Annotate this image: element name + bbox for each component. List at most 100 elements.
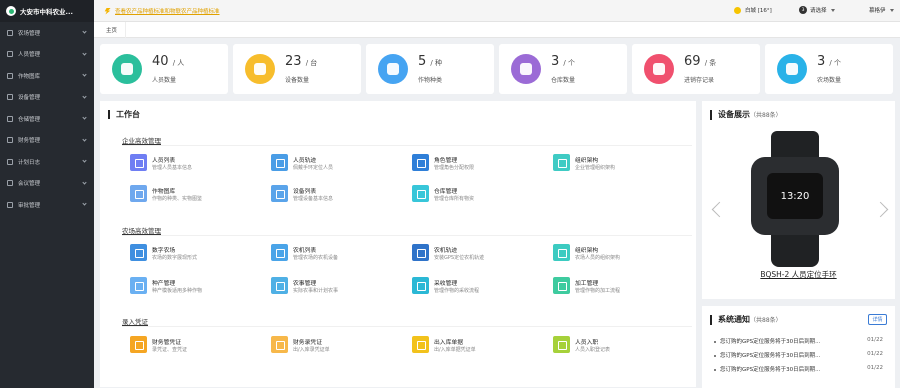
stat-card-devices[interactable]: 23 / 台 设备数量 (233, 44, 361, 94)
module-title: 农事管理 (293, 281, 317, 287)
module-org-structure[interactable]: 组织架构 企业管理组织架构 (545, 152, 675, 174)
stat-card-warehouses[interactable]: 3 / 个 仓库数量 (499, 44, 627, 94)
module-people-list[interactable]: 人员列表 管理人员基本信息 (122, 152, 252, 174)
stat-number: 5 (418, 54, 427, 69)
org-icon (553, 154, 570, 171)
notice-title: 系统通知 (718, 315, 750, 324)
workbench-title: 工作台 (108, 110, 140, 119)
sidebar-item-crop[interactable]: 作物图库 (0, 65, 94, 87)
module-farming[interactable]: 农事管理 实际农事和计划农事 (263, 275, 393, 297)
module-title: 财务管凭证 (152, 340, 181, 346)
basket-icon (412, 277, 429, 294)
sidebar-item-finance[interactable]: 财务管理 (0, 130, 94, 152)
module-desc: 管理农场的农机设备 (293, 255, 339, 261)
device-icon (7, 94, 13, 101)
module-machine-list[interactable]: 农机列表 管理农场的农机设备 (263, 242, 393, 264)
warehouse-icon (511, 54, 541, 84)
sidebar-item-label: 会议管理 (18, 181, 41, 188)
module-digital-farm[interactable]: 数字农场 农场的数字展现形式 (122, 242, 252, 264)
role-icon (412, 154, 429, 171)
notice-date: 01/22 (867, 337, 883, 343)
notice-link[interactable]: 查看农产品种植标准和物联农产品种植标准 (104, 7, 220, 15)
module-farm-org[interactable]: 组织架构 农场人员的组织架构 (545, 242, 675, 264)
stat-unit: / 人 (172, 59, 185, 67)
module-onboarding[interactable]: 人员入职 人员入职登记表 (545, 334, 675, 356)
sidebar-item-approval[interactable]: 审批管理 (0, 194, 94, 216)
stat-label: 仓库数量 (551, 77, 576, 84)
stat-value: 23 / 台 (285, 54, 317, 69)
module-title: 出入库单据 (434, 340, 463, 346)
sidebar-item-farm[interactable]: 农场管理 (0, 22, 94, 44)
watch-case: 13:20 (751, 157, 839, 235)
divider (122, 235, 692, 236)
module-device-list[interactable]: 设备列表 管理设备基本信息 (263, 183, 393, 205)
record-icon (271, 336, 288, 353)
plan-icon (7, 158, 13, 165)
notice-text: 查看农产品种植标准和物联农产品种植标准 (115, 9, 220, 15)
module-desc: 农场的数字展现形式 (152, 255, 198, 261)
module-production[interactable]: 种产管理 种产模板适用多种作物 (122, 275, 252, 297)
sidebar-item-device[interactable]: 设备管理 (0, 87, 94, 109)
module-processing[interactable]: 加工管理 管理作物的加工流程 (545, 275, 675, 297)
stat-card-crops[interactable]: 5 / 种 作物种类 (366, 44, 494, 94)
notice-panel-title: 系统通知（共88条） (710, 315, 782, 325)
chevron-down-icon (82, 201, 87, 206)
machine-icon (271, 244, 288, 261)
details-button[interactable]: 详情 (868, 314, 887, 325)
module-warehouse-manage[interactable]: 仓库管理 管理仓库所有物资 (404, 183, 534, 205)
brand[interactable]: 大安市中科农业... (0, 0, 94, 22)
choose-dropdown[interactable]: 3 请选择 (799, 6, 835, 14)
stat-number: 40 (152, 54, 169, 69)
notice-item[interactable]: 您订购的GPS定位服务将于30日后到期... 01/22 (714, 365, 889, 373)
module-harvest[interactable]: 采收管理 管理作物的采收流程 (404, 275, 534, 297)
sidebar-item-people[interactable]: 人员管理 (0, 44, 94, 66)
sidebar-item-plan[interactable]: 计划日志 (0, 151, 94, 173)
device-name-link[interactable]: BQSH-2 人员定位手环 (702, 269, 895, 280)
tab-home[interactable]: 主页 (98, 22, 127, 38)
chevron-down-icon (82, 50, 87, 56)
tab-bar: 主页 (94, 22, 900, 38)
stat-value: 3 / 个 (817, 54, 841, 69)
section-title-voucher[interactable]: 录入凭证 (122, 316, 148, 326)
stats-row: 40 / 人 人员数量 23 / 台 设备数量 5 / 种 作物种类 3 / 个… (100, 44, 895, 94)
section-title-enterprise[interactable]: 企业高效管理 (122, 135, 161, 145)
notice-date: 01/22 (867, 365, 883, 371)
module-role-manage[interactable]: 角色管理 管理角色分配权限 (404, 152, 534, 174)
module-inout-docs[interactable]: 出入库单据 出/入库单据凭证单 (404, 334, 534, 356)
watch-image: 13:20 (747, 131, 843, 267)
stat-card-people[interactable]: 40 / 人 人员数量 (100, 44, 228, 94)
module-title: 角色管理 (434, 158, 458, 164)
stat-value: 69 / 条 (684, 54, 716, 69)
module-machine-track[interactable]: 农机轨迹 安装GPS定位农机轨迹 (404, 242, 534, 264)
weather[interactable]: 白城 [16°] (734, 6, 772, 14)
sidebar-item-label: 农场管理 (18, 30, 41, 37)
user-menu[interactable]: 慕格伊 (869, 6, 894, 14)
brand-name: 大安市中科农业... (20, 8, 73, 16)
bullet-icon (714, 354, 716, 357)
stat-label: 人员数量 (152, 77, 177, 84)
next-arrow-icon[interactable] (879, 196, 885, 226)
sidebar-item-meeting[interactable]: 会议管理 (0, 173, 94, 195)
stat-card-records[interactable]: 69 / 条 进销存记录 (632, 44, 760, 94)
stat-card-farms[interactable]: 3 / 个 农场数量 (765, 44, 893, 94)
module-finance-record[interactable]: 财务录凭证 出/入库录凭证单 (263, 334, 393, 356)
chevron-down-icon (82, 136, 87, 142)
farm-icon (7, 29, 13, 36)
sidebar-item-warehouse[interactable]: 仓储管理 (0, 108, 94, 130)
module-people-track[interactable]: 人员轨迹 佩戴手环定位人员 (263, 152, 393, 174)
stat-unit: / 种 (430, 59, 443, 67)
sidebar-item-label: 人员管理 (18, 52, 41, 59)
notice-item[interactable]: 您订购的GPS定位服务将于30日后到期... 01/22 (714, 337, 889, 345)
module-finance-voucher[interactable]: 财务管凭证 录凭证、查凭证 (122, 334, 252, 356)
module-title: 采收管理 (434, 281, 458, 287)
module-crop-gallery[interactable]: 作物图库 作物的种类、实物图鉴 (122, 183, 252, 205)
notice-text: 您订购的GPS定位服务将于30日后到期... (720, 367, 821, 373)
weather-text: 白城 [16°] (745, 8, 772, 14)
module-desc: 安装GPS定位农机轨迹 (434, 255, 485, 261)
prev-arrow-icon[interactable] (712, 196, 718, 226)
device-panel-title: 设备展示（共88条） (710, 110, 782, 120)
notice-item[interactable]: 您订购的GPS定位服务将于30日后到期... 01/22 (714, 351, 889, 359)
section-title-farm[interactable]: 农场高效管理 (122, 225, 161, 235)
module-desc: 企业管理组织架构 (575, 165, 616, 171)
user-name: 慕格伊 (869, 8, 886, 14)
